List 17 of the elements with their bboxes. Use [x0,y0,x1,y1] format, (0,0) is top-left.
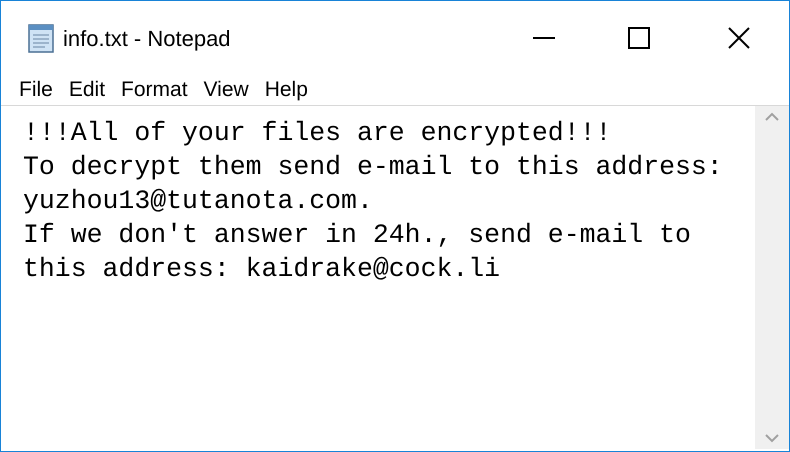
text-line: yuzhou13@tutanota.com. [23,185,373,218]
text-line: If we don't answer in 24h., send e-mail to [23,219,691,252]
text-line: !!!All of your files are encrypted!!! [23,117,612,150]
close-icon [728,27,750,49]
text-line: To decrypt them send e-mail to this address: [23,151,723,184]
menu-item[interactable]: Format [113,74,196,106]
scroll-up-icon[interactable] [765,112,779,122]
maximize-icon [628,27,650,49]
menu-item[interactable]: View [196,74,257,106]
menu-item[interactable]: Help [256,74,316,106]
text-line: this address: kaidrake@cock.li [23,253,500,286]
scrollbar[interactable] [755,106,789,449]
minimize-icon [533,37,555,39]
menu-item[interactable]: Edit [60,74,114,106]
scroll-down-icon[interactable] [765,433,779,443]
window-title: info.txt - Notepad [63,24,231,53]
menu-item[interactable]: File [11,74,61,106]
